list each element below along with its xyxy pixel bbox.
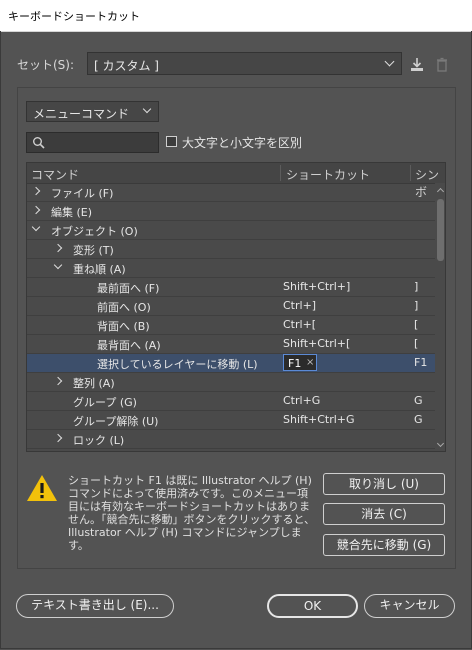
chevron-right-icon[interactable]	[31, 186, 41, 196]
symbol-cell[interactable]: F1	[414, 356, 427, 369]
category-dropdown[interactable]: メニューコマンド	[26, 101, 159, 122]
command-cell: 背面へ (B)	[97, 320, 150, 333]
table-row[interactable]: グループ (G) Ctrl+G G	[27, 392, 435, 411]
shortcut-cell[interactable]: Ctrl+G	[283, 394, 320, 407]
command-cell: グループ (G)	[73, 396, 137, 409]
set-label: セット(S):	[17, 58, 75, 72]
shortcut-cell[interactable]: Ctrl+]	[283, 299, 316, 312]
command-cell: 選択しているレイヤーに移動 (L)	[97, 358, 258, 371]
column-header-command[interactable]: コマンド	[31, 166, 79, 183]
chevron-down-icon	[384, 56, 395, 67]
command-cell: 整列 (A)	[73, 377, 115, 390]
table-row[interactable]: グループ解除 (U) Shift+Ctrl+G G	[27, 411, 435, 430]
table-row[interactable]: 選択しているレイヤーに移動 (L) F1 × F1	[27, 354, 435, 373]
set-dropdown-value: [ カスタム ]	[94, 59, 159, 73]
table-row[interactable]: 最前面へ (F) Shift+Ctrl+]]	[27, 278, 435, 297]
table-row[interactable]: 背面へ (B) Ctrl+[ [	[27, 316, 435, 335]
symbol-cell[interactable]: ]	[414, 299, 418, 312]
shortcut-cell[interactable]: Ctrl+[	[283, 318, 316, 331]
shortcut-cell[interactable]: Shift+Ctrl+[	[283, 337, 350, 350]
case-sensitive-label: 大文字と小文字を区別	[182, 136, 303, 150]
window-title: キーボードショートカット	[8, 10, 140, 23]
symbol-cell[interactable]: G	[414, 394, 423, 407]
vertical-scrollbar[interactable]	[435, 183, 445, 451]
command-cell: 重ね順 (A)	[73, 263, 126, 276]
command-cell: オブジェクト (O)	[51, 225, 138, 238]
export-text-button[interactable]: テキスト書き出し (E)...	[16, 594, 174, 618]
set-dropdown[interactable]: [ カスタム ]	[87, 52, 402, 75]
command-cell: 前面へ (O)	[97, 301, 151, 314]
shortcut-cell[interactable]: Shift+Ctrl+]	[283, 280, 350, 293]
warning-message: ショートカット F1 は既に Illustrator ヘルプ (H) コマンドに…	[68, 474, 316, 552]
column-header-shortcut[interactable]: ショートカット	[286, 166, 370, 183]
cancel-button[interactable]: キャンセル	[364, 594, 455, 618]
undo-button[interactable]: 取り消し (U)	[323, 473, 445, 495]
clear-shortcut-icon[interactable]: ×	[306, 357, 314, 368]
table-row[interactable]: 編集 (E)	[27, 202, 435, 221]
command-cell: 最背面へ (A)	[97, 339, 161, 352]
shortcut-table: コマンド ショートカット シンボ ファイル (F) 編集 (E) オブジェクト (O…	[26, 162, 446, 452]
symbol-cell[interactable]: G	[414, 413, 423, 426]
command-cell: ロック (L)	[73, 434, 125, 447]
table-row[interactable]: ロック (L)	[27, 430, 435, 449]
command-cell: 編集 (E)	[51, 206, 93, 219]
trash-icon[interactable]	[433, 56, 451, 74]
symbol-cell[interactable]: [	[414, 337, 418, 350]
chevron-down-icon[interactable]	[53, 260, 63, 270]
table-row[interactable]: 前面へ (O) Ctrl+]]	[27, 297, 435, 316]
ok-button[interactable]: OK	[267, 594, 358, 618]
clear-button[interactable]: 消去 (C)	[323, 503, 445, 525]
title-bar: キーボードショートカット	[0, 0, 472, 32]
shortcut-cell[interactable]: Shift+Ctrl+G	[283, 413, 355, 426]
shortcut-edit-value: F1	[288, 357, 302, 370]
table-row[interactable]: 最背面へ (A) Shift+Ctrl+[ [	[27, 335, 435, 354]
chevron-right-icon[interactable]	[53, 433, 63, 443]
chevron-right-icon[interactable]	[31, 205, 41, 215]
table-header: コマンド ショートカット シンボ	[27, 163, 445, 199]
table-row[interactable]: オブジェクト (O)	[27, 221, 435, 240]
command-cell: 変形 (T)	[73, 244, 114, 257]
command-cell: グループ解除 (U)	[73, 415, 159, 428]
chevron-down-icon	[142, 104, 152, 114]
chevron-down-icon[interactable]	[31, 222, 41, 232]
category-dropdown-value: メニューコマンド	[33, 107, 130, 121]
scroll-up-icon[interactable]	[436, 187, 445, 196]
shortcut-edit-field[interactable]: F1 ×	[283, 354, 317, 371]
table-row[interactable]: 変形 (T)	[27, 240, 435, 259]
command-cell: 最前面へ (F)	[97, 282, 160, 295]
command-cell: ファイル (F)	[51, 187, 114, 200]
symbol-cell[interactable]: [	[414, 318, 418, 331]
goto-conflict-button[interactable]: 競合先に移動 (G)	[323, 534, 445, 556]
search-icon	[33, 137, 45, 149]
warning-icon	[26, 474, 58, 505]
chevron-right-icon[interactable]	[53, 243, 63, 253]
case-sensitive-checkbox[interactable]	[166, 136, 177, 147]
table-row[interactable]: ファイル (F)	[27, 183, 435, 202]
table-row[interactable]: 整列 (A)	[27, 373, 435, 392]
chevron-right-icon[interactable]	[53, 376, 63, 386]
save-set-icon[interactable]	[408, 56, 426, 74]
table-row[interactable]: 重ね順 (A)	[27, 259, 435, 278]
scroll-down-icon[interactable]	[436, 439, 445, 448]
scrollbar-thumb[interactable]	[437, 199, 444, 261]
search-input[interactable]	[26, 132, 159, 153]
symbol-cell[interactable]: ]	[414, 280, 418, 293]
